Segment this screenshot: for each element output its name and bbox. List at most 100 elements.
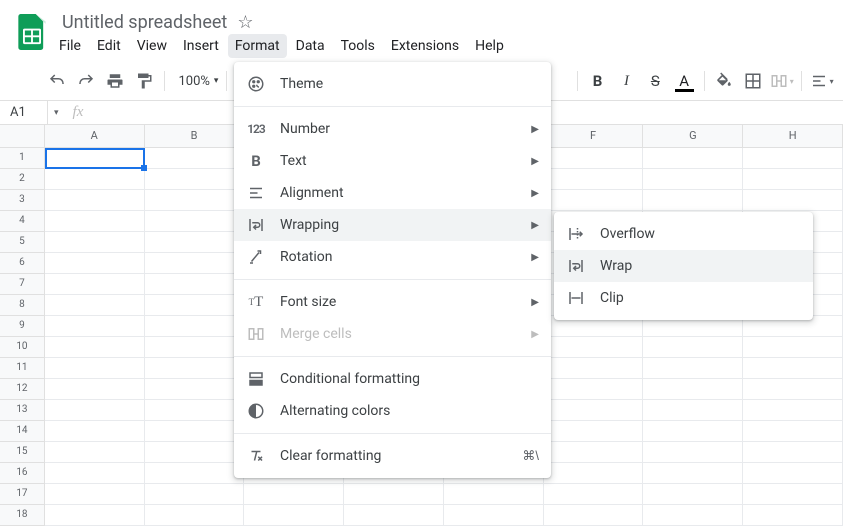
cell[interactable] [45,421,145,442]
cell[interactable] [444,484,544,505]
cell[interactable] [45,463,145,484]
cell[interactable] [244,505,344,526]
cell[interactable] [544,463,644,484]
cell[interactable] [743,421,843,442]
fill-handle[interactable] [141,165,147,171]
cell[interactable] [145,274,245,295]
cell[interactable] [45,295,145,316]
submenu-item-clip[interactable]: Clip [554,282,813,314]
row-header[interactable]: 13 [0,400,45,421]
bold-button[interactable]: B [584,67,611,95]
cell[interactable] [643,358,743,379]
menu-item-conditional-formatting[interactable]: Conditional formatting [234,363,551,395]
cell[interactable] [45,379,145,400]
cell[interactable] [45,316,145,337]
menubar-item-file[interactable]: File [52,34,88,58]
print-button[interactable] [102,67,129,95]
cell[interactable] [643,400,743,421]
cell[interactable] [743,442,843,463]
cell[interactable] [544,505,644,526]
cell[interactable] [643,337,743,358]
menubar-item-view[interactable]: View [130,34,174,58]
cell[interactable] [145,484,245,505]
cell[interactable] [45,505,145,526]
menubar-item-tools[interactable]: Tools [334,34,382,58]
cell[interactable] [145,295,245,316]
row-header[interactable]: 8 [0,295,45,316]
cell[interactable] [145,337,245,358]
cell[interactable] [344,484,444,505]
cell[interactable] [444,505,544,526]
cell[interactable] [45,358,145,379]
undo-button[interactable] [44,67,71,95]
cell[interactable] [643,421,743,442]
cell[interactable] [45,337,145,358]
cell[interactable] [45,400,145,421]
cell[interactable] [544,379,644,400]
cell[interactable] [45,232,145,253]
column-header[interactable]: B [145,125,245,147]
sheets-logo[interactable] [12,12,52,52]
cell[interactable] [743,190,843,211]
cell[interactable] [45,211,145,232]
cell[interactable] [45,169,145,190]
cell[interactable] [643,169,743,190]
cell[interactable] [743,463,843,484]
cell[interactable] [643,190,743,211]
cell[interactable] [544,484,644,505]
column-header[interactable]: A [45,125,145,147]
cell[interactable] [145,400,245,421]
row-header[interactable]: 2 [0,169,45,190]
cell[interactable] [145,316,245,337]
cell[interactable] [544,400,644,421]
redo-button[interactable] [73,67,100,95]
row-header[interactable]: 18 [0,505,45,526]
doc-title[interactable]: Untitled spreadsheet [56,12,233,33]
select-all-corner[interactable] [0,125,45,147]
row-header[interactable]: 3 [0,190,45,211]
cell[interactable] [145,505,245,526]
row-header[interactable]: 17 [0,484,45,505]
cell[interactable] [643,505,743,526]
column-header[interactable]: G [643,125,743,147]
cell[interactable] [145,190,245,211]
cell[interactable] [145,421,245,442]
menubar-item-help[interactable]: Help [468,34,511,58]
menubar-item-data[interactable]: Data [289,34,332,58]
menu-item-font-size[interactable]: TT Font size ▶ [234,286,551,318]
name-box-dropdown-icon[interactable]: ▾ [48,108,65,118]
cell[interactable] [743,379,843,400]
merge-button[interactable]: ▾ [768,67,795,95]
cell[interactable] [45,253,145,274]
cell[interactable] [544,337,644,358]
cell[interactable] [544,190,644,211]
cell[interactable] [544,358,644,379]
menu-item-theme[interactable]: Theme [234,68,551,100]
cell[interactable] [743,337,843,358]
cell[interactable] [643,148,743,169]
menu-item-rotation[interactable]: Rotation ▶ [234,241,551,273]
row-header[interactable]: 6 [0,253,45,274]
menu-item-text[interactable]: B Text ▶ [234,145,551,177]
cell[interactable] [743,358,843,379]
cell[interactable] [544,442,644,463]
cell[interactable] [344,505,444,526]
cell[interactable] [45,148,145,169]
cell[interactable] [145,148,245,169]
row-header[interactable]: 5 [0,232,45,253]
row-header[interactable]: 14 [0,421,45,442]
borders-button[interactable] [739,67,766,95]
cell[interactable] [45,190,145,211]
cell[interactable] [743,169,843,190]
column-header[interactable]: H [743,125,843,147]
cell[interactable] [544,148,644,169]
column-header[interactable]: F [544,125,644,147]
zoom-select[interactable]: 100%▾ [170,74,220,89]
row-header[interactable]: 4 [0,211,45,232]
cell[interactable] [45,274,145,295]
submenu-item-overflow[interactable]: Overflow [554,218,813,250]
menubar-item-extensions[interactable]: Extensions [384,34,466,58]
cell[interactable] [643,442,743,463]
text-color-button[interactable]: A [671,67,698,95]
menu-item-alignment[interactable]: Alignment ▶ [234,177,551,209]
